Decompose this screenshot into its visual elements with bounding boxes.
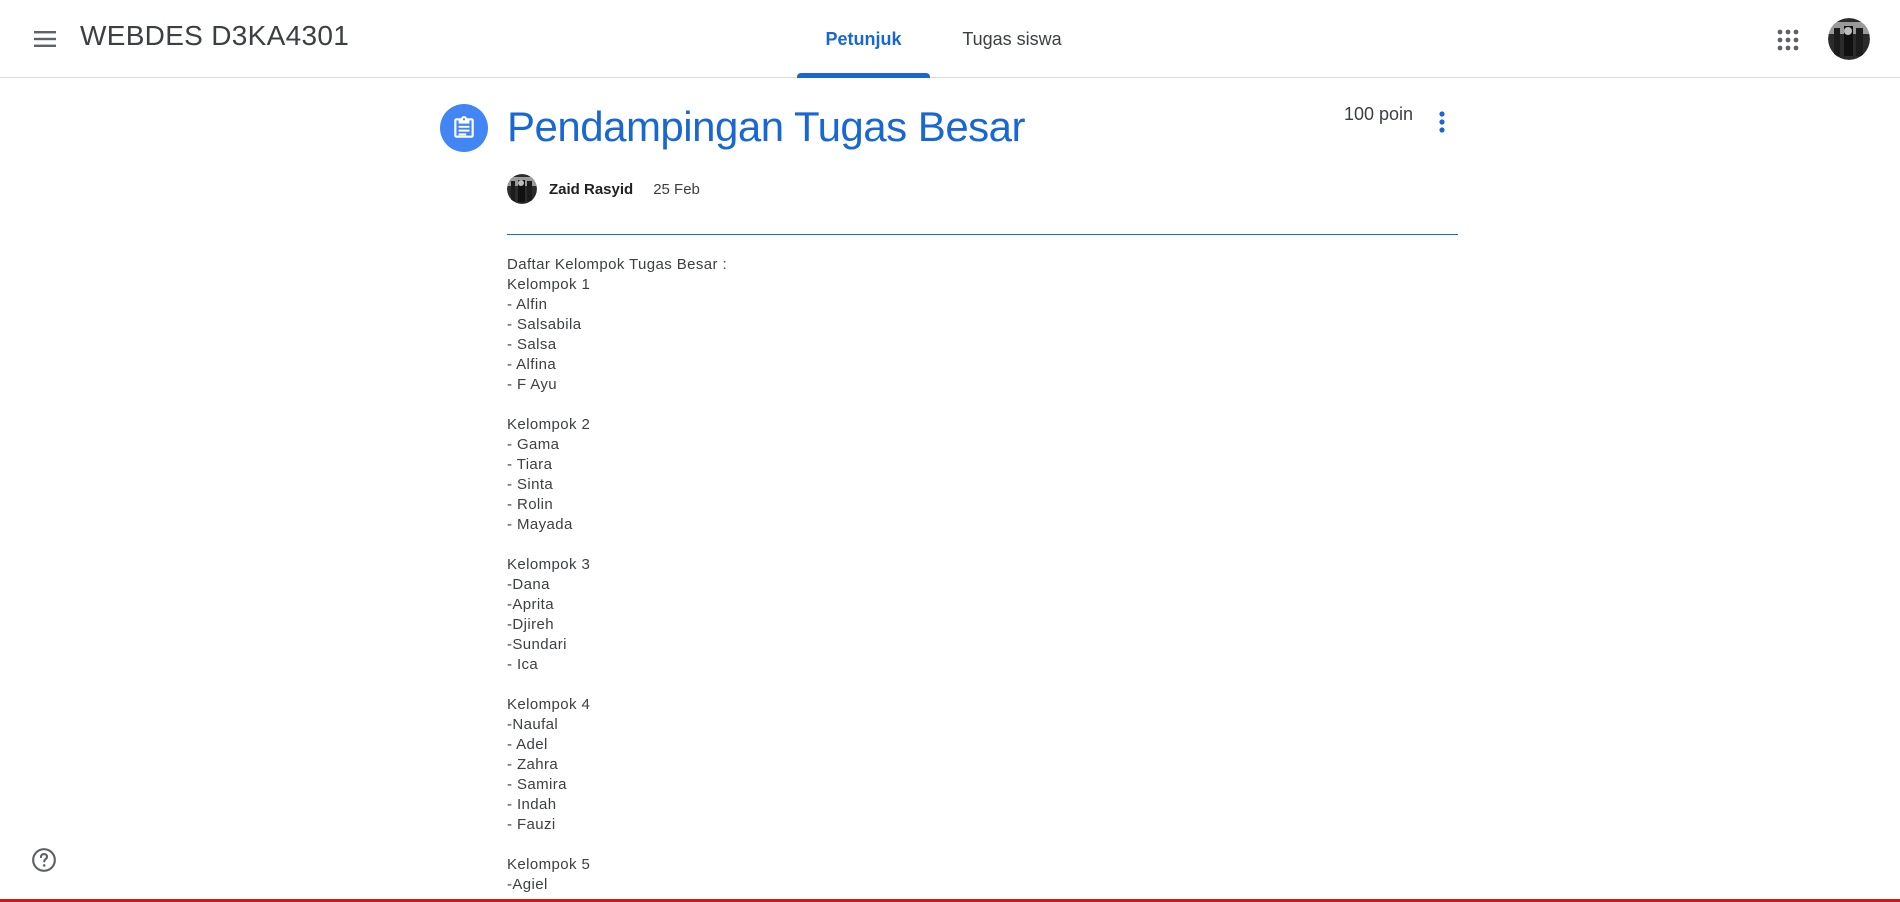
- description-line: - Salsa: [507, 336, 557, 353]
- tab-petunjuk[interactable]: Petunjuk: [797, 0, 930, 78]
- assignment-title: Pendampingan Tugas Besar: [507, 103, 1026, 150]
- description-line: Kelompok 2: [507, 416, 591, 433]
- description-line: - Rolin: [507, 496, 554, 513]
- description-line: -Dana: [507, 576, 550, 593]
- description-line: - Alfina: [507, 356, 557, 373]
- description-line: Kelompok 5: [507, 856, 591, 873]
- hamburger-menu-icon[interactable]: [24, 21, 66, 57]
- active-tab-indicator: [797, 73, 930, 78]
- description-line: Kelompok 3: [507, 556, 591, 573]
- author-avatar: [507, 174, 537, 204]
- description-line: Daftar Kelompok Tugas Besar :: [507, 256, 728, 273]
- points-value: 100 poin: [1344, 104, 1414, 124]
- description-line: - Mayada: [507, 516, 573, 533]
- description-line: - F Ayu: [507, 376, 558, 393]
- author-row: Zaid Rasyid 25 Feb: [507, 174, 700, 204]
- tab-bar: Petunjuk Tugas siswa: [797, 0, 1094, 78]
- apps-grid-icon[interactable]: [1770, 22, 1806, 58]
- description-line: - Tiara: [507, 456, 553, 473]
- description-line: - Gama: [507, 436, 560, 453]
- description-line: - Salsabila: [507, 316, 582, 333]
- help-icon[interactable]: [30, 846, 58, 874]
- author-name: Zaid Rasyid: [549, 180, 634, 198]
- description-line: Kelompok 1: [507, 276, 591, 293]
- description-line: - Adel: [507, 736, 548, 753]
- assignment-clipboard-icon: [440, 104, 488, 152]
- tab-label: Tugas siswa: [962, 28, 1062, 49]
- description-line: -Sundari: [507, 636, 567, 653]
- description-line: - Sinta: [507, 476, 554, 493]
- top-app-bar: WEBDES D3KA4301 Petunjuk Tugas siswa: [0, 0, 1900, 78]
- description-line: -Agiel: [507, 876, 548, 893]
- description-line: -Djireh: [507, 616, 554, 633]
- description-line: - Samira: [507, 776, 567, 793]
- class-title[interactable]: WEBDES D3KA4301: [80, 20, 349, 52]
- post-date: 25 Feb: [653, 180, 700, 198]
- description-line: Kelompok 4: [507, 696, 591, 713]
- header-divider: [507, 234, 1458, 235]
- description-line: - Zahra: [507, 756, 559, 773]
- description-line: - Indah: [507, 796, 557, 813]
- tab-label: Petunjuk: [825, 28, 902, 49]
- account-avatar[interactable]: [1828, 18, 1870, 60]
- description-line: -Aprita: [507, 596, 554, 613]
- tab-tugas-siswa[interactable]: Tugas siswa: [930, 0, 1094, 78]
- assignment-description: Daftar Kelompok Tugas Besar : Kelompok 1 -…: [507, 255, 1407, 895]
- description-line: -Naufal: [507, 716, 559, 733]
- description-line: - Alfin: [507, 296, 548, 313]
- description-line: - Ica: [507, 656, 539, 673]
- description-line: - Fauzi: [507, 816, 556, 833]
- more-vert-icon[interactable]: [1426, 106, 1458, 138]
